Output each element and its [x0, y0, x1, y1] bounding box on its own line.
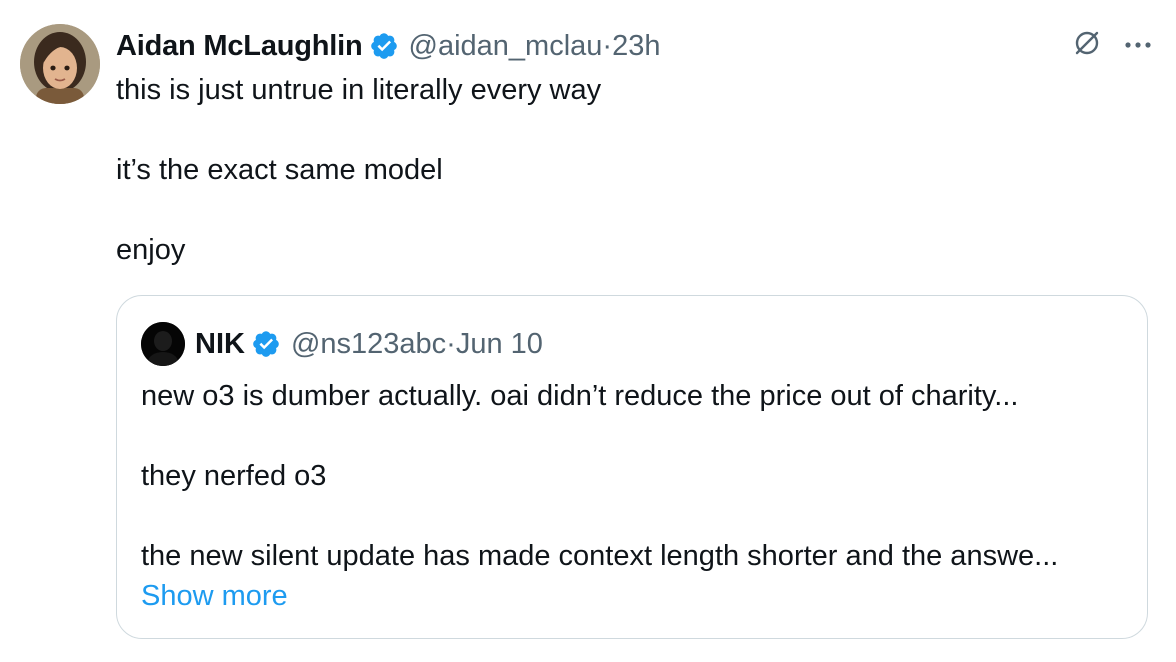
quoted-line: they nerfed o3: [141, 460, 327, 492]
meta-separator: ·: [602, 29, 613, 62]
author-handle[interactable]: @aidan_mclau: [409, 30, 603, 63]
tweet-timestamp[interactable]: 23h: [612, 30, 660, 63]
tweet-line: this is just untrue in literally every w…: [116, 74, 602, 106]
quoted-tweet-text: new o3 is dumber actually. oai didn’t re…: [141, 376, 1131, 616]
quoted-author-name[interactable]: NIK: [195, 328, 245, 361]
tweet-text: this is just untrue in literally every w…: [116, 70, 1136, 270]
tweet-header: Aidan McLaughlin @aidan_mclau · 23h: [116, 26, 660, 66]
tweet-line: it’s the exact same model: [116, 154, 443, 186]
quoted-line: the new silent update has made context l…: [141, 540, 1059, 572]
grok-icon[interactable]: [1072, 28, 1102, 63]
author-name[interactable]: Aidan McLaughlin: [116, 30, 363, 63]
verified-badge-icon: [369, 31, 399, 61]
quoted-tweet-date[interactable]: Jun 10: [456, 328, 543, 361]
quoted-tweet[interactable]: NIK @ns123abc · Jun 10 new o3 is dumber …: [116, 295, 1148, 639]
meta-separator: ·: [446, 327, 456, 360]
more-icon[interactable]: [1124, 37, 1152, 55]
author-avatar[interactable]: [20, 24, 100, 104]
quoted-line: new o3 is dumber actually. oai didn’t re…: [141, 380, 1019, 412]
verified-badge-icon: [251, 329, 281, 359]
tweet-actions: [1072, 28, 1152, 63]
show-more-link[interactable]: Show more: [141, 576, 1131, 616]
tweet[interactable]: Aidan McLaughlin @aidan_mclau · 23h this…: [0, 0, 1176, 662]
quoted-author-avatar[interactable]: [141, 322, 185, 366]
quoted-author-handle[interactable]: @ns123abc: [291, 328, 446, 361]
tweet-line: enjoy: [116, 234, 186, 266]
quoted-tweet-header: NIK @ns123abc · Jun 10: [141, 322, 543, 366]
